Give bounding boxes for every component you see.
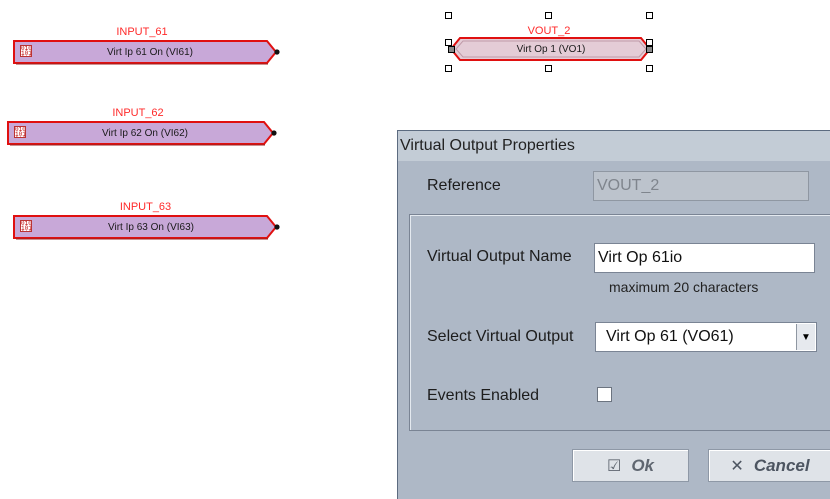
output-port <box>271 130 277 136</box>
checkmark-icon: ☑ <box>606 457 622 475</box>
ok-button-label: Ok <box>631 455 655 475</box>
selection-handle[interactable] <box>445 12 452 19</box>
dialog-title: Virtual Output Properties <box>398 131 830 161</box>
block-title: INPUT_61 <box>116 26 168 38</box>
reference-field: VOUT_2 <box>593 171 809 201</box>
close-icon: ✕ <box>730 457 744 475</box>
properties-panel: Virtual Output Name Virt Op 61io maximum… <box>409 214 830 431</box>
input-port-handle[interactable] <box>448 46 455 53</box>
selection-handle[interactable] <box>646 39 653 46</box>
block-label: Virt Ip 62 On (VI62) <box>102 127 188 139</box>
selection-handle[interactable] <box>445 65 452 72</box>
selection-handle[interactable] <box>646 12 653 19</box>
ok-button[interactable]: ☑ Ok <box>572 449 689 482</box>
io-icon: 010101010 <box>20 45 32 57</box>
virtual-output-properties-dialog: Virtual Output Properties Reference VOUT… <box>397 130 830 499</box>
output-block-vout-2[interactable]: VOUT_2 Virt Op 1 (VO1) <box>443 12 663 74</box>
block-label: Virt Ip 61 On (VI61) <box>107 46 193 58</box>
block-title: INPUT_63 <box>119 201 172 213</box>
events-enabled-label: Events Enabled <box>427 387 540 404</box>
virtual-output-name-label: Virtual Output Name <box>427 248 572 265</box>
block-title: VOUT_2 <box>527 25 571 37</box>
selection-handle[interactable] <box>646 65 653 72</box>
input-block-62[interactable]: INPUT_62 010101010 Virt Ip 62 On (VI62) <box>7 107 282 151</box>
block-title: INPUT_62 <box>112 107 164 119</box>
select-virtual-output-label: Select Virtual Output <box>427 328 574 345</box>
selection-handle[interactable] <box>445 39 452 46</box>
chevron-down-icon[interactable]: ▼ <box>796 324 815 350</box>
input-block-61[interactable]: INPUT_61 010101010 Virt Ip 61 On (VI61) <box>13 26 283 70</box>
cancel-button[interactable]: ✕ Cancel <box>708 449 830 482</box>
block-label: Virt Ip 63 On (VI63) <box>108 221 194 233</box>
reference-label: Reference <box>427 177 501 194</box>
output-port <box>274 49 280 55</box>
output-port <box>274 224 280 230</box>
select-value: Virt Op 61 (VO61) <box>606 328 734 345</box>
block-label: Virt Op 1 (VO1) <box>516 43 586 55</box>
selection-handle[interactable] <box>545 65 552 72</box>
output-port-handle[interactable] <box>646 46 653 53</box>
selection-handle[interactable] <box>545 12 552 19</box>
io-icon: 010101010 <box>20 220 32 232</box>
cancel-button-label: Cancel <box>753 455 810 475</box>
select-virtual-output-dropdown[interactable]: Virt Op 61 (VO61) ▼ <box>595 322 817 352</box>
events-enabled-checkbox[interactable] <box>597 387 612 402</box>
io-icon: 010101010 <box>14 126 26 138</box>
input-block-63[interactable]: INPUT_63 010101010 Virt Ip 63 On (VI63) <box>13 201 283 245</box>
name-hint: maximum 20 characters <box>609 279 759 295</box>
virtual-output-name-input[interactable]: Virt Op 61io <box>594 243 815 273</box>
